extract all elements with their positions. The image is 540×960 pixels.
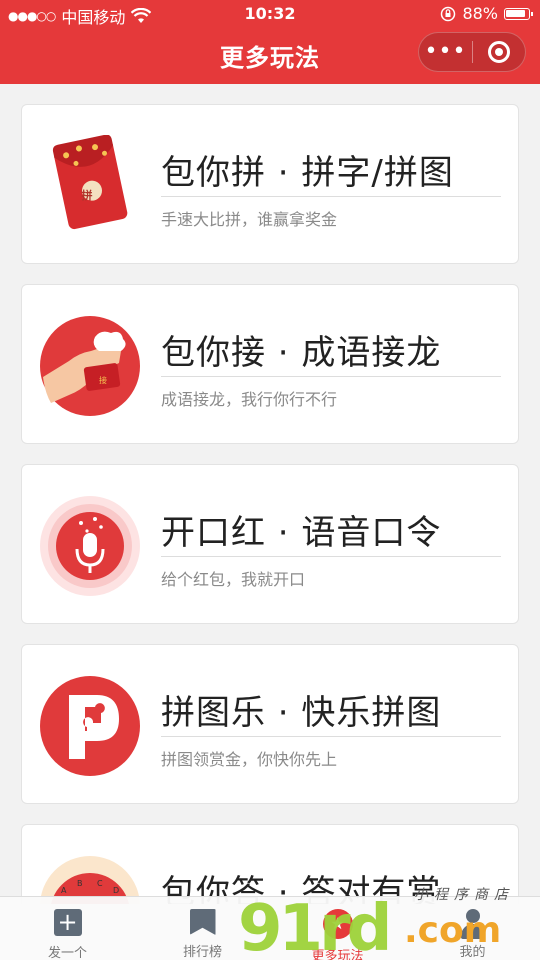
hand-envelope-icon: 接 (40, 316, 140, 416)
game-list: 拼 包你拼 · 拼字/拼图 手速大比拼，谁赢拿奖金 接 包你接 · 成语接龙 成… (21, 104, 519, 924)
game-card-puzzle[interactable]: 拼图乐 · 快乐拼图 拼图领赏金，你快你先上 (21, 644, 519, 804)
game-card-voice[interactable]: 开口红 · 语音口令 给个红包，我就开口 (21, 464, 519, 624)
game-description: 手速大比拼，谁赢拿奖金 (161, 210, 338, 229)
plus-icon: + (53, 909, 82, 936)
more-icon[interactable]: ••• (419, 32, 472, 72)
option-d: D (113, 886, 119, 895)
watermark-logo: 小程序商店 91rd .com (238, 880, 538, 960)
game-description: 拼图领赏金，你快你先上 (161, 750, 338, 769)
navigation-bar: 更多玩法 ••• (0, 28, 540, 84)
bookmark-icon (189, 909, 216, 935)
watermark-domain: .com (404, 910, 502, 951)
game-card-jie[interactable]: 接 包你接 · 成语接龙 成语接龙，我行你行不行 (21, 284, 519, 444)
divider (161, 556, 501, 557)
game-description: 给个红包，我就开口 (161, 570, 306, 589)
game-title: 开口红 · 语音口令 (161, 513, 442, 553)
option-b: B (77, 879, 83, 888)
game-title: 拼图乐 · 快乐拼图 (161, 693, 442, 733)
close-mini-program-button[interactable] (473, 41, 525, 63)
puzzle-icon (40, 676, 140, 776)
battery-icon (504, 7, 533, 20)
envelope-badge-text: 接 (99, 375, 107, 385)
tab-label: 发一个 (47, 946, 87, 960)
red-envelope-icon: 拼 (52, 135, 128, 230)
option-a: A (61, 886, 67, 895)
microphone-icon (40, 496, 140, 596)
watermark-subtitle: 小程序商店 (414, 887, 514, 903)
watermark-main-text: 91rd (238, 892, 392, 960)
mini-program-capsule: ••• (418, 32, 526, 72)
status-right: 88% (440, 4, 533, 23)
battery-percent: 88% (462, 4, 498, 23)
tab-label: 排行榜 (182, 945, 222, 960)
game-description: 成语接龙，我行你行不行 (161, 390, 338, 409)
divider (161, 376, 501, 377)
game-card-pin[interactable]: 拼 包你拼 · 拼字/拼图 手速大比拼，谁赢拿奖金 (21, 104, 519, 264)
game-title: 包你接 · 成语接龙 (161, 333, 442, 373)
status-bar: ●●●○○ 中国移动 10:32 88% (0, 0, 540, 28)
divider (161, 196, 501, 197)
tab-send[interactable]: + 发一个 (0, 897, 135, 960)
option-c: C (97, 879, 103, 888)
target-icon (487, 41, 510, 63)
envelope-badge-text: 拼 (82, 188, 93, 202)
divider (161, 736, 501, 737)
game-title: 包你拼 · 拼字/拼图 (161, 153, 454, 193)
rotation-lock-icon (441, 6, 456, 21)
